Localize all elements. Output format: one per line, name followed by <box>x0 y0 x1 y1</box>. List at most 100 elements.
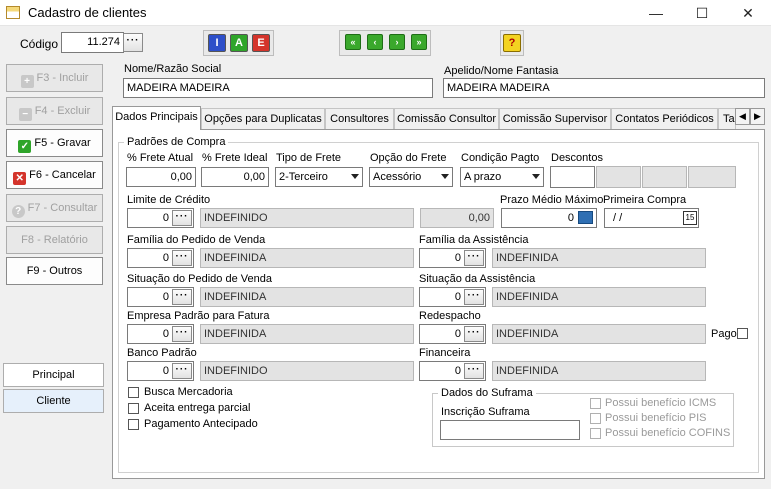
familia-assistencia-desc: INDEFINIDA <box>492 248 706 268</box>
tab-comissao-supervisor[interactable]: Comissão Supervisor <box>499 108 611 129</box>
desconto-3-input[interactable] <box>642 166 687 188</box>
desconto-1-input[interactable] <box>550 166 595 188</box>
tab-opcoes-duplicatas[interactable]: Opções para Duplicatas <box>201 108 325 129</box>
financeira-label: Financeira <box>419 347 471 359</box>
icms-label: Possui benefício ICMS <box>605 397 717 409</box>
codigo-lookup-button[interactable]: ··· <box>123 33 143 52</box>
situacao-pedido-lookup-button[interactable]: ··· <box>172 289 192 305</box>
busca-mercadoria-label: Busca Mercadoria <box>144 386 233 398</box>
pis-checkbox[interactable] <box>590 413 601 424</box>
apelido-label: Apelido/Nome Fantasia <box>444 65 559 77</box>
tab-scroll-right-icon[interactable]: ▶ <box>750 108 765 125</box>
familia-assistencia-lookup-button[interactable]: ··· <box>464 250 484 266</box>
familia-pedido-label: Família do Pedido de Venda <box>127 234 266 246</box>
financeira-lookup-button[interactable]: ··· <box>464 363 484 379</box>
aceita-entrega-label: Aceita entrega parcial <box>144 402 251 414</box>
edit-icon-button[interactable]: A <box>230 34 248 52</box>
frete-ideal-label: % Frete Ideal <box>202 152 268 164</box>
cliente-section-tab[interactable]: Cliente <box>3 389 104 413</box>
calculator-icon[interactable] <box>578 211 593 224</box>
situacao-assistencia-desc: INDEFINIDA <box>492 287 706 307</box>
maximize-button[interactable]: ☐ <box>679 0 725 26</box>
situacao-assistencia-lookup-button[interactable]: ··· <box>464 289 484 305</box>
minimize-button[interactable]: — <box>633 0 679 26</box>
banco-label: Banco Padrão <box>127 347 197 359</box>
plus-icon: + <box>20 75 34 88</box>
suframa-title: Dados do Suframa <box>438 387 536 399</box>
delete-icon-button[interactable]: E <box>252 34 270 52</box>
frete-atual-input[interactable]: 0,00 <box>126 167 196 187</box>
banco-lookup-button[interactable]: ··· <box>172 363 192 379</box>
primeira-compra-label: Primeira Compra <box>603 194 687 206</box>
limite-credito-desc: INDEFINIDO <box>200 208 414 228</box>
descontos-label: Descontos <box>551 152 603 164</box>
pago-checkbox[interactable] <box>737 328 748 339</box>
minus-icon: − <box>18 108 32 121</box>
pago-label: Pago <box>711 328 737 340</box>
tab-comissao-consultor[interactable]: Comissão Consultor <box>394 108 499 129</box>
question-icon: ? <box>11 205 25 218</box>
first-record-icon[interactable]: « <box>345 34 361 50</box>
check-icon: ✓ <box>18 140 32 153</box>
principal-section-tab[interactable]: Principal <box>3 363 104 387</box>
pagamento-antecipado-label: Pagamento Antecipado <box>144 418 258 430</box>
cofins-label: Possui benefício COFINS <box>605 427 731 439</box>
inscricao-suframa-input[interactable] <box>440 420 580 440</box>
condicao-pagto-select[interactable]: A prazo <box>460 167 544 187</box>
aceita-entrega-checkbox[interactable] <box>128 403 139 414</box>
empresa-lookup-button[interactable]: ··· <box>172 326 192 342</box>
desconto-4-input[interactable] <box>688 166 736 188</box>
pagamento-antecipado-checkbox[interactable] <box>128 419 139 430</box>
situacao-pedido-label: Situação do Pedido de Venda <box>127 273 272 285</box>
familia-pedido-lookup-button[interactable]: ··· <box>172 250 192 266</box>
relatorio-button[interactable]: F8 - Relatório <box>6 226 103 254</box>
limite-credito-value: 0,00 <box>420 208 494 228</box>
nome-label: Nome/Razão Social <box>124 63 222 75</box>
chevron-down-icon <box>532 174 540 179</box>
calendar-icon[interactable]: 15 <box>683 211 697 225</box>
x-icon: ✕ <box>13 172 27 185</box>
tab-consultores[interactable]: Consultores <box>325 108 394 129</box>
busca-mercadoria-checkbox[interactable] <box>128 387 139 398</box>
help-icon[interactable]: ? <box>503 34 521 52</box>
tab-scroll-left-icon[interactable]: ◀ <box>735 108 750 125</box>
outros-button[interactable]: F9 - Outros <box>6 257 103 285</box>
frete-ideal-input[interactable]: 0,00 <box>201 167 269 187</box>
tipo-frete-label: Tipo de Frete <box>276 152 342 164</box>
opcao-frete-select[interactable]: Acessório <box>369 167 453 187</box>
codigo-input[interactable]: 11.274 <box>61 32 124 53</box>
excluir-button[interactable]: − F4 - Excluir <box>6 97 103 125</box>
incluir-button[interactable]: + F3 - Incluir <box>6 64 103 92</box>
empresa-label: Empresa Padrão para Fatura <box>127 310 270 322</box>
next-record-icon[interactable]: › <box>389 34 405 50</box>
situacao-pedido-desc: INDEFINIDA <box>200 287 414 307</box>
codigo-label: Código <box>20 37 59 51</box>
consultar-button[interactable]: ? F7 - Consultar <box>6 194 103 222</box>
redespacho-lookup-button[interactable]: ··· <box>464 326 484 342</box>
prazo-medio-label: Prazo Médio Máximo <box>500 194 604 206</box>
title-bar[interactable]: Cadastro de clientes — ☐ ✕ <box>0 0 771 26</box>
tab-contatos-periodicos[interactable]: Contatos Periódicos <box>611 108 718 129</box>
last-record-icon[interactable]: » <box>411 34 427 50</box>
app-icon <box>6 6 20 19</box>
cancelar-button[interactable]: ✕ F6 - Cancelar <box>6 161 103 189</box>
limite-credito-label: Limite de Crédito <box>127 194 211 206</box>
insert-icon-button[interactable]: I <box>208 34 226 52</box>
gravar-button[interactable]: ✓ F5 - Gravar <box>6 129 103 157</box>
nome-input[interactable]: MADEIRA MADEIRA <box>123 78 433 98</box>
apelido-input[interactable]: MADEIRA MADEIRA <box>443 78 765 98</box>
redespacho-desc: INDEFINIDA <box>492 324 706 344</box>
window-title: Cadastro de clientes <box>28 5 147 20</box>
opcao-frete-label: Opção do Frete <box>370 152 447 164</box>
tipo-frete-select[interactable]: 2-Terceiro <box>275 167 363 187</box>
prev-record-icon[interactable]: ‹ <box>367 34 383 50</box>
desconto-2-input[interactable] <box>596 166 641 188</box>
limite-credito-lookup-button[interactable]: ··· <box>172 210 192 226</box>
cofins-checkbox[interactable] <box>590 428 601 439</box>
close-button[interactable]: ✕ <box>725 0 771 26</box>
tab-dados-principais[interactable]: Dados Principais <box>112 106 201 130</box>
tab-truncated[interactable]: Ta <box>718 108 736 129</box>
padroes-title: Padrões de Compra <box>124 136 229 148</box>
banco-desc: INDEFINIDO <box>200 361 414 381</box>
icms-checkbox[interactable] <box>590 398 601 409</box>
